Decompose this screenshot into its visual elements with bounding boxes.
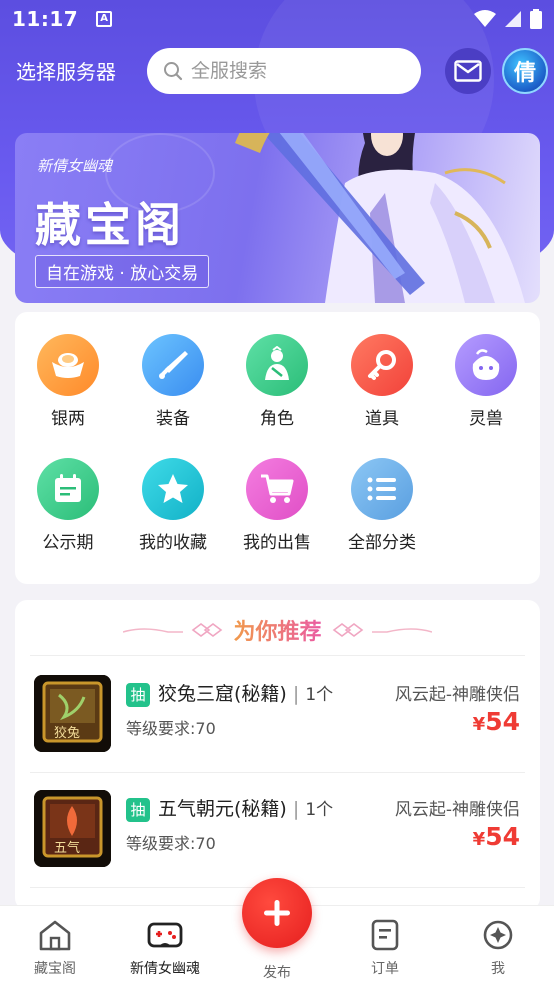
- price-currency: ¥: [472, 714, 486, 735]
- profile-icon: [443, 916, 553, 954]
- battery-icon: [530, 9, 542, 29]
- nav-label: 订单: [371, 961, 399, 977]
- category-items[interactable]: 道具: [337, 334, 427, 429]
- recommend-section: 为你推荐 狡兔 抽 狡兔三窟(秘籍) | 1个 等级要求:70 风云起-神雕侠侣…: [15, 600, 540, 910]
- nav-tab-me[interactable]: 我: [443, 916, 553, 978]
- item-name: 狡兔三窟(秘籍) | 1个: [158, 679, 333, 706]
- item-level: 等级要求:70: [126, 834, 216, 853]
- nav-label: 新倩女幽魂: [130, 961, 200, 977]
- thumb-text: 狡兔: [54, 726, 80, 741]
- category-label: 全部分类: [348, 533, 416, 553]
- item-name-text: 五气朝元(秘籍): [158, 798, 287, 820]
- price-currency: ¥: [472, 829, 486, 850]
- mail-button[interactable]: [445, 48, 491, 94]
- wifi-icon: [474, 10, 496, 27]
- nav-label: 我: [491, 961, 505, 977]
- item-server: 风云起-神雕侠侣: [394, 685, 520, 705]
- item-name: 五气朝元(秘籍) | 1个: [158, 794, 333, 821]
- category-grid: 银两 装备 角色 道具 灵兽 公示期 我的收藏 我的出售 全部分类: [15, 312, 540, 584]
- left-ornament-icon: [123, 623, 223, 637]
- category-silver[interactable]: 银两: [23, 334, 113, 429]
- category-label: 角色: [260, 409, 294, 429]
- price-value: 54: [485, 822, 520, 851]
- promo-banner[interactable]: 新倩女幽魂 藏宝阁 自在游戏 · 放心交易: [15, 133, 540, 303]
- publish-button[interactable]: [242, 878, 312, 948]
- right-ornament-icon: [332, 623, 432, 637]
- nav-label: 藏宝阁: [34, 961, 76, 977]
- nav-tab-treasure[interactable]: 藏宝阁: [0, 916, 110, 978]
- item-price: ¥54: [473, 822, 520, 851]
- item-tag: 抽: [126, 683, 150, 707]
- item-thumbnail: 狡兔: [34, 675, 111, 752]
- server-select-button[interactable]: 选择服务器: [16, 56, 116, 85]
- category-label: 道具: [365, 409, 399, 429]
- item-tag: 抽: [126, 798, 150, 822]
- banner-title: 藏宝阁: [35, 198, 185, 252]
- category-public-period[interactable]: 公示期: [23, 458, 113, 553]
- search-bar[interactable]: [147, 48, 421, 94]
- status-time: 11:17: [12, 7, 79, 31]
- item-name-text: 狡兔三窟(秘籍): [158, 683, 287, 705]
- category-equipment[interactable]: 装备: [128, 334, 218, 429]
- category-label: 灵兽: [469, 409, 503, 429]
- banner-game-logo: 新倩女幽魂: [37, 157, 113, 175]
- category-my-sales[interactable]: 我的出售: [232, 458, 322, 553]
- nav-tab-orders[interactable]: 订单: [330, 916, 440, 978]
- category-label: 我的出售: [243, 533, 311, 553]
- star-icon: [142, 458, 204, 520]
- item-server: 风云起-神雕侠侣: [394, 800, 520, 820]
- publish-label: 发布: [263, 965, 291, 981]
- category-all[interactable]: 全部分类: [337, 458, 427, 553]
- silver-ingot-icon: [37, 334, 99, 396]
- recommend-header: 为你推荐: [15, 610, 540, 650]
- item-thumbnail: 五气: [34, 790, 111, 867]
- item-divider: [30, 772, 525, 773]
- category-my-favorites[interactable]: 我的收藏: [128, 458, 218, 553]
- pet-icon: [455, 334, 517, 396]
- banner-character-art: [235, 133, 525, 303]
- recommend-title: 为你推荐: [233, 614, 321, 646]
- list-icon: [351, 458, 413, 520]
- signal-icon: [505, 11, 521, 27]
- separator: |: [292, 798, 300, 820]
- banner-slogan: 自在游戏 · 放心交易: [35, 255, 210, 288]
- item-quantity: 1个: [305, 685, 334, 705]
- item-quantity: 1个: [305, 800, 334, 820]
- item-level: 等级要求:70: [126, 719, 216, 738]
- home-icon: [0, 916, 110, 954]
- nav-tab-game[interactable]: 新倩女幽魂: [110, 916, 220, 978]
- sword-icon: [142, 334, 204, 396]
- mail-icon: [454, 60, 482, 82]
- recommend-divider: [30, 655, 525, 656]
- thumb-text: 五气: [54, 840, 80, 856]
- calendar-icon: [37, 458, 99, 520]
- category-label: 公示期: [42, 533, 94, 553]
- category-label: 我的收藏: [139, 533, 207, 553]
- category-character[interactable]: 角色: [232, 334, 322, 429]
- character-icon: [246, 334, 308, 396]
- key-icon: [351, 334, 413, 396]
- notification-icon: A: [96, 11, 113, 27]
- category-label: 装备: [156, 409, 190, 429]
- order-icon: [330, 916, 440, 954]
- category-label: 银两: [51, 409, 85, 429]
- item-price: ¥54: [473, 707, 520, 736]
- gamepad-icon: [110, 916, 220, 954]
- top-header: 选择服务器 倩: [0, 46, 554, 96]
- status-bar: 11:17 A: [0, 0, 554, 38]
- cart-icon: [246, 458, 308, 520]
- category-pets[interactable]: 灵兽: [441, 334, 531, 429]
- separator: |: [292, 683, 300, 705]
- status-indicators: [474, 9, 542, 29]
- search-icon: [164, 62, 183, 81]
- game-switch-avatar[interactable]: 倩: [502, 48, 548, 94]
- price-value: 54: [485, 707, 520, 736]
- search-input[interactable]: [191, 60, 391, 82]
- plus-icon: [264, 900, 290, 926]
